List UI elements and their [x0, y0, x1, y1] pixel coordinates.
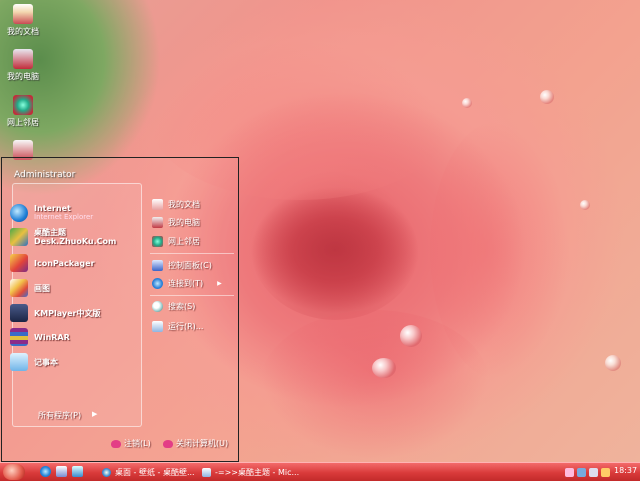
- shutdown-label: 关闭计算机(U): [176, 439, 229, 448]
- program-title: 桌酷主题: [34, 228, 66, 237]
- network-icon: [152, 235, 163, 247]
- desktop-icon-network[interactable]: 网上邻居: [2, 95, 44, 128]
- desktop-icon-label: 我的电脑: [7, 72, 39, 81]
- program-zhuoku-theme[interactable]: 桌酷主题 Desk.ZhuoKu.Com: [10, 226, 116, 248]
- desktop-icon-label: 网上邻居: [7, 118, 39, 127]
- task-label: -=>>桌酷主题 - Mic...: [215, 467, 300, 477]
- program-title: KMPlayer中文版: [34, 308, 101, 318]
- water-drop: [580, 200, 590, 210]
- network-icon: [13, 95, 33, 115]
- place-search[interactable]: 搜索(S): [152, 299, 195, 313]
- all-programs-button[interactable]: 所有程序(P): [38, 410, 81, 421]
- logoff-icon: [111, 439, 121, 448]
- computer-icon: [13, 49, 33, 69]
- place-label: 连接到(T): [168, 278, 204, 288]
- browser-icon: [102, 467, 111, 477]
- desktop-icon-my-documents[interactable]: 我的文档: [2, 4, 44, 37]
- taskbar-task-zhuoku[interactable]: -=>>桌酷主题 - Mic...: [202, 465, 299, 479]
- place-run[interactable]: 运行(R)...: [152, 319, 203, 333]
- tray-volume-icon[interactable]: [589, 467, 598, 477]
- tray-app-icon[interactable]: [601, 467, 610, 477]
- program-title: IconPackager: [34, 258, 95, 268]
- globe-icon: [152, 277, 163, 289]
- place-my-computer[interactable]: 我的电脑: [152, 215, 200, 229]
- place-label: 控制面板(C): [168, 260, 212, 270]
- tray-network-icon[interactable]: [577, 467, 586, 477]
- program-title: 画图: [34, 283, 50, 293]
- search-icon: [152, 300, 163, 312]
- place-my-documents[interactable]: 我的文档: [152, 197, 200, 211]
- document-icon: [152, 198, 163, 210]
- place-control-panel[interactable]: 控制面板(C): [152, 258, 212, 272]
- program-winrar[interactable]: WinRAR: [10, 326, 70, 348]
- iconpackager-icon: [10, 254, 28, 272]
- start-menu-user-name: Administrator: [14, 170, 76, 180]
- rose-petal: [260, 310, 490, 460]
- tray-arrow-icon[interactable]: [565, 467, 574, 477]
- desktop-icon-label: 我的文档: [7, 27, 39, 36]
- internet-explorer-icon: [10, 204, 28, 222]
- place-label: 运行(R)...: [168, 321, 204, 331]
- program-kmplayer[interactable]: KMPlayer中文版: [10, 302, 101, 324]
- system-tray: [565, 465, 613, 479]
- program-notepad[interactable]: 记事本: [10, 351, 58, 373]
- place-label: 网上邻居: [168, 236, 200, 246]
- power-icon: [163, 439, 173, 448]
- place-label: 搜索(S): [168, 301, 196, 311]
- program-title: WinRAR: [34, 332, 70, 342]
- start-button[interactable]: [3, 464, 25, 480]
- taskbar-task-wallpaper[interactable]: 桌面 - 壁纸 - 桌酷壁...: [102, 465, 195, 479]
- arrow-right-icon: ▶: [92, 410, 98, 418]
- quicklaunch-desktop-icon[interactable]: [72, 466, 83, 477]
- water-drop: [605, 355, 621, 371]
- desktop-icon-my-computer[interactable]: 我的电脑: [2, 49, 44, 82]
- arrow-right-icon: ▶: [217, 279, 222, 287]
- program-subtitle: Desk.ZhuoKu.Com: [34, 237, 117, 246]
- water-drop: [540, 90, 554, 104]
- zhuoku-icon: [10, 228, 28, 246]
- computer-icon: [152, 216, 163, 228]
- run-icon: [152, 320, 163, 332]
- quicklaunch-player-icon[interactable]: [56, 466, 67, 477]
- program-subtitle: Internet Explorer: [34, 213, 94, 221]
- place-network[interactable]: 网上邻居: [152, 234, 200, 248]
- program-internet-explorer[interactable]: Internet Internet Explorer: [10, 202, 93, 224]
- start-menu: Administrator Internet Internet Explorer…: [1, 157, 239, 462]
- control-panel-icon: [152, 259, 163, 271]
- taskbar-clock[interactable]: 18:37: [614, 466, 637, 475]
- taskbar: 桌面 - 壁纸 - 桌酷壁... -=>>桌酷主题 - Mic... 18:37: [0, 462, 640, 481]
- shutdown-button[interactable]: 关闭计算机(U): [163, 438, 228, 449]
- program-iconpackager[interactable]: IconPackager: [10, 252, 95, 274]
- separator: [150, 295, 234, 296]
- water-drop: [372, 358, 396, 378]
- separator: [150, 253, 234, 254]
- place-connect-to[interactable]: 连接到(T) ▶: [152, 276, 222, 290]
- water-drop: [462, 98, 472, 108]
- place-label: 我的文档: [168, 199, 200, 209]
- logoff-label: 注销(L): [124, 439, 151, 448]
- folder-icon: [13, 4, 33, 24]
- program-paint[interactable]: 画图: [10, 277, 50, 299]
- place-label: 我的电脑: [168, 217, 200, 227]
- browser-icon: [202, 467, 211, 477]
- notepad-icon: [10, 353, 28, 371]
- winrar-icon: [10, 328, 28, 346]
- logoff-button[interactable]: 注销(L): [111, 438, 151, 449]
- quicklaunch-ie-icon[interactable]: [40, 466, 51, 477]
- kmplayer-icon: [10, 304, 28, 322]
- program-title: 记事本: [34, 357, 58, 367]
- water-drop: [400, 325, 422, 347]
- program-title: Internet: [34, 204, 71, 213]
- paint-icon: [10, 279, 28, 297]
- task-label: 桌面 - 壁纸 - 桌酷壁...: [115, 467, 195, 477]
